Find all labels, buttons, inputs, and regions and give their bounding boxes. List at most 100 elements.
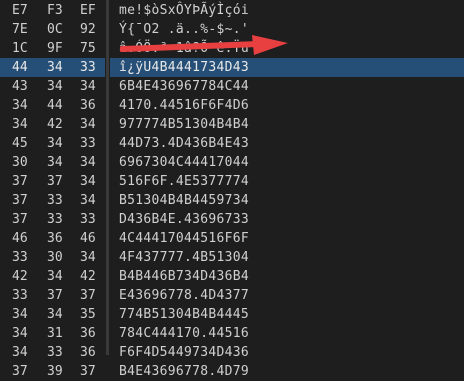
ascii-row[interactable]: D436B4E.43696733: [110, 210, 464, 229]
hex-byte[interactable]: 0C: [47, 20, 63, 39]
hex-byte[interactable]: 34: [12, 305, 28, 324]
ascii-row[interactable]: 6B4E436967784C44: [110, 77, 464, 96]
ascii-row[interactable]: 6967304C44417044: [110, 153, 464, 172]
hex-byte[interactable]: 75: [80, 39, 96, 58]
hex-byte[interactable]: 33: [47, 191, 63, 210]
hex-byte[interactable]: 33: [12, 248, 28, 267]
hex-row[interactable]: 42 34 42: [0, 267, 105, 286]
hex-byte[interactable]: 7E: [12, 20, 28, 39]
hex-byte[interactable]: 34: [47, 267, 63, 286]
ascii-row[interactable]: E43696778.4D4377: [110, 286, 464, 305]
hex-byte[interactable]: 34: [80, 248, 96, 267]
hex-row[interactable]: 34 31 36: [0, 324, 105, 343]
hex-byte[interactable]: 36: [80, 324, 96, 343]
ascii-row[interactable]: 4F437777.4B51304: [110, 248, 464, 267]
hex-byte[interactable]: 34: [80, 153, 96, 172]
hex-byte[interactable]: 35: [80, 305, 96, 324]
ascii-row[interactable]: B4E43696778.4D79: [110, 362, 464, 381]
hex-row[interactable]: 37 33 34: [0, 191, 105, 210]
hex-row[interactable]: 34 42 34: [0, 115, 105, 134]
hex-byte[interactable]: 33: [47, 210, 63, 229]
hex-byte[interactable]: 30: [47, 248, 63, 267]
hex-byte[interactable]: 9F: [47, 39, 63, 58]
hex-byte[interactable]: 36: [47, 229, 63, 248]
hex-row[interactable]: 34 44 36: [0, 96, 105, 115]
ascii-row[interactable]: 516F6F.4E5377774: [110, 172, 464, 191]
hex-byte[interactable]: 44: [47, 96, 63, 115]
hex-row[interactable]: 33 37 37: [0, 286, 105, 305]
hex-byte[interactable]: 45: [12, 134, 28, 153]
hex-byte[interactable]: 34: [47, 77, 63, 96]
hex-byte[interactable]: 34: [12, 96, 28, 115]
hex-byte[interactable]: 39: [47, 362, 63, 381]
hex-row[interactable]: 30 34 34: [0, 153, 105, 172]
hex-byte[interactable]: 44: [12, 58, 28, 77]
hex-row[interactable]: 43 34 34: [0, 77, 105, 96]
hex-row[interactable]: E7 F3 EF: [0, 1, 105, 20]
hex-byte[interactable]: 34: [12, 343, 28, 362]
hex-byte[interactable]: 42: [12, 267, 28, 286]
ascii-row[interactable]: 784C444170.44516: [110, 324, 464, 343]
hex-byte[interactable]: 34: [80, 115, 96, 134]
hex-row[interactable]: 34 34 35: [0, 305, 105, 324]
hex-byte[interactable]: 33: [12, 286, 28, 305]
hex-byte[interactable]: EF: [80, 1, 96, 20]
ascii-row[interactable]: 774B51304B4B4445: [110, 305, 464, 324]
ascii-row[interactable]: B4B446B734D436B4: [110, 267, 464, 286]
hex-byte[interactable]: 92: [80, 20, 96, 39]
hex-byte[interactable]: 42: [80, 267, 96, 286]
hex-byte[interactable]: 37: [12, 362, 28, 381]
hex-byte[interactable]: 42: [47, 115, 63, 134]
ascii-row[interactable]: 4170.44516F6F4D6: [110, 96, 464, 115]
hex-byte[interactable]: 31: [47, 324, 63, 343]
hex-byte[interactable]: 37: [12, 172, 28, 191]
hex-row[interactable]: 34 33 36: [0, 343, 105, 362]
ascii-row[interactable]: me!$òSxÔYÞÃýÌçói: [110, 1, 464, 20]
hex-byte[interactable]: 46: [80, 229, 96, 248]
ascii-row[interactable]: 44D73.4D436B4E43: [110, 134, 464, 153]
hex-byte[interactable]: 34: [80, 77, 96, 96]
hex-row[interactable]: 44 34 33: [0, 58, 105, 77]
hex-byte[interactable]: 34: [47, 58, 63, 77]
ascii-row[interactable]: î¿ÿU4B4441734D43: [110, 58, 464, 77]
hex-row[interactable]: 37 37 34: [0, 172, 105, 191]
ascii-row[interactable]: 977774B51304B4B4: [110, 115, 464, 134]
hex-byte[interactable]: 46: [12, 229, 28, 248]
hex-byte[interactable]: 37: [47, 286, 63, 305]
hex-byte[interactable]: 33: [80, 210, 96, 229]
hex-row[interactable]: 7E 0C 92: [0, 20, 105, 39]
hex-byte[interactable]: 37: [80, 362, 96, 381]
hex-byte[interactable]: 36: [80, 96, 96, 115]
hex-byte[interactable]: 37: [80, 286, 96, 305]
hex-byte[interactable]: 34: [47, 134, 63, 153]
hex-row[interactable]: 1C 9F 75: [0, 39, 105, 58]
hex-byte[interactable]: F3: [47, 1, 63, 20]
hex-byte[interactable]: 34: [47, 153, 63, 172]
ascii-row[interactable]: F6F4D5449734D436: [110, 343, 464, 362]
hex-row[interactable]: 33 30 34: [0, 248, 105, 267]
hex-byte[interactable]: 1C: [12, 39, 28, 58]
hex-byte[interactable]: 37: [47, 172, 63, 191]
hex-byte[interactable]: 33: [80, 58, 96, 77]
hex-row[interactable]: 45 34 33: [0, 134, 105, 153]
hex-row[interactable]: 46 36 46: [0, 229, 105, 248]
hex-row[interactable]: 37 33 33: [0, 210, 105, 229]
ascii-row[interactable]: 4C44417044516F6F: [110, 229, 464, 248]
hex-byte[interactable]: 43: [12, 77, 28, 96]
hex-byte[interactable]: 37: [12, 210, 28, 229]
ascii-text: 4C44417044516F6F: [119, 231, 250, 246]
hex-byte[interactable]: 30: [12, 153, 28, 172]
ascii-text: 6967304C44417044: [119, 155, 250, 170]
hex-byte[interactable]: 33: [47, 343, 63, 362]
hex-row[interactable]: 37 39 37: [0, 362, 105, 381]
hex-byte[interactable]: 34: [80, 191, 96, 210]
hex-byte[interactable]: 34: [80, 172, 96, 191]
hex-byte[interactable]: E7: [12, 1, 28, 20]
hex-byte[interactable]: 34: [47, 305, 63, 324]
hex-byte[interactable]: 33: [80, 134, 96, 153]
hex-byte[interactable]: 37: [12, 191, 28, 210]
ascii-row[interactable]: B51304B4B4459734: [110, 191, 464, 210]
hex-byte[interactable]: 36: [80, 343, 96, 362]
hex-byte[interactable]: 34: [12, 115, 28, 134]
hex-byte[interactable]: 34: [12, 324, 28, 343]
